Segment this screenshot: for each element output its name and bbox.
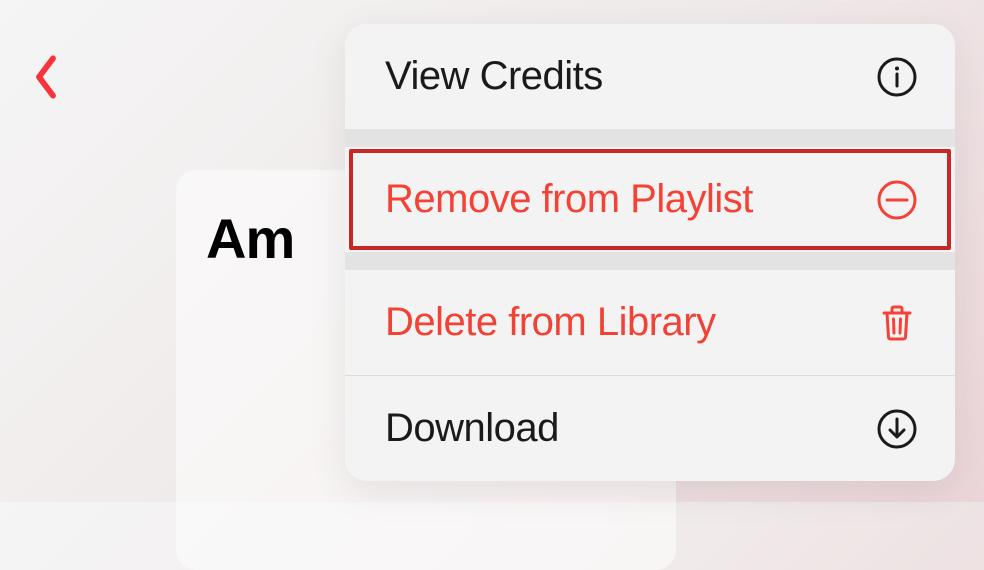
menu-item-remove-from-playlist[interactable]: Remove from Playlist bbox=[345, 147, 955, 252]
menu-item-label: View Credits bbox=[385, 54, 603, 99]
menu-separator bbox=[345, 129, 955, 147]
chevron-left-icon bbox=[32, 53, 60, 106]
menu-item-label: Remove from Playlist bbox=[385, 177, 753, 222]
context-menu: View Credits Remove from Playlist Delete… bbox=[345, 24, 955, 481]
back-button[interactable] bbox=[22, 55, 70, 103]
menu-item-label: Download bbox=[385, 406, 559, 451]
trash-icon bbox=[875, 301, 919, 345]
menu-item-delete-from-library[interactable]: Delete from Library bbox=[345, 270, 955, 375]
menu-item-view-credits[interactable]: View Credits bbox=[345, 24, 955, 129]
download-icon bbox=[875, 407, 919, 451]
menu-item-download[interactable]: Download bbox=[345, 376, 955, 481]
remove-circle-icon bbox=[875, 178, 919, 222]
info-icon bbox=[875, 55, 919, 99]
menu-separator bbox=[345, 252, 955, 270]
menu-item-label: Delete from Library bbox=[385, 300, 716, 345]
